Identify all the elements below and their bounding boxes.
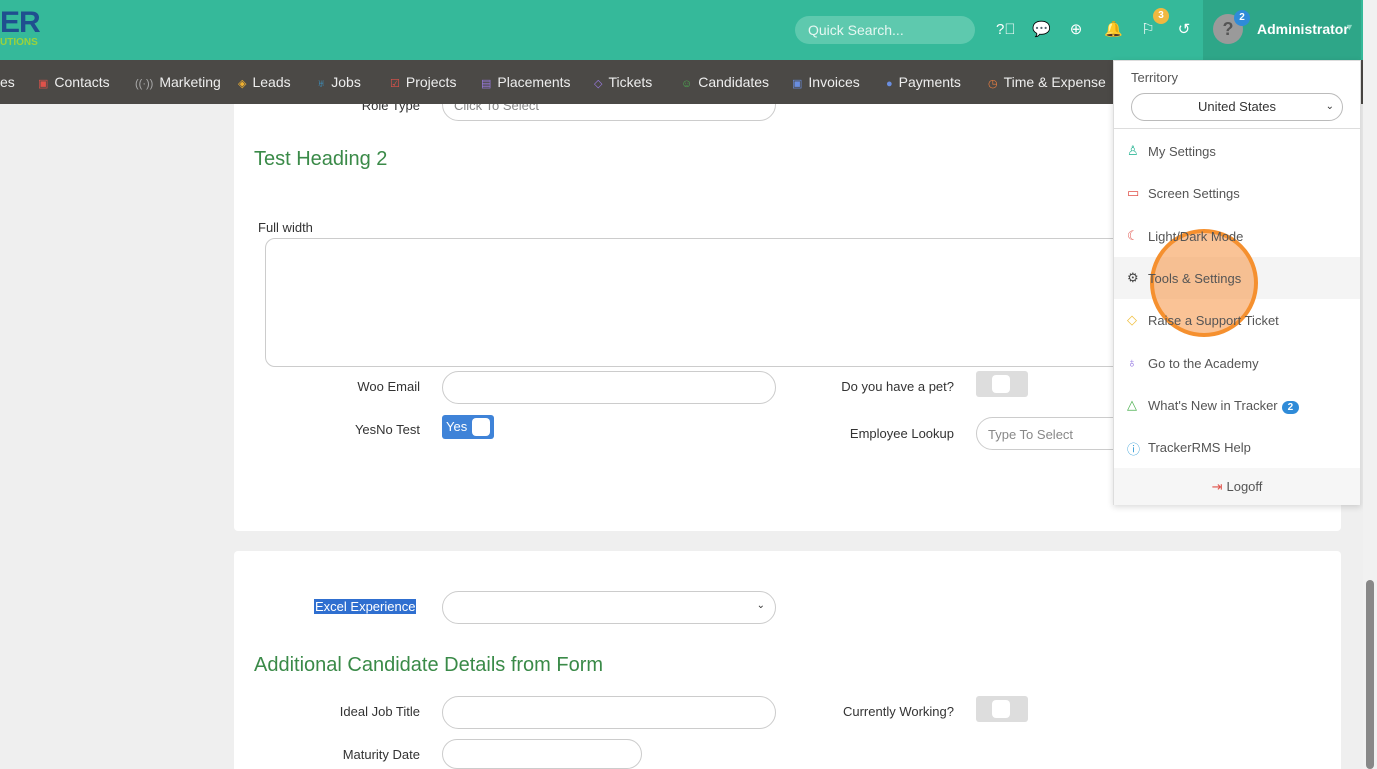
currently-working-toggle[interactable] <box>976 696 1028 722</box>
woo-email-label: Woo Email <box>357 379 420 394</box>
logo-text: ER <box>0 6 41 39</box>
menu-screen-settings[interactable]: ▭ Screen Settings <box>1114 172 1360 214</box>
employee-lookup-label: Employee Lookup <box>849 426 954 441</box>
flag-badge: 3 <box>1153 8 1169 24</box>
nav-tickets[interactable]: ◇ Tickets <box>594 74 652 90</box>
top-header: ERUTIONS ?⃝ 💬 ⊕ 🔔 ⚐ 3 ↺ ? 2 Administrato… <box>0 0 1377 60</box>
full-width-label: Full width <box>258 220 313 235</box>
yesno-toggle[interactable]: Yes <box>442 415 494 439</box>
trophy-icon: ♅ <box>317 78 326 90</box>
woo-email-input[interactable] <box>442 371 776 404</box>
full-width-textarea[interactable] <box>265 238 1125 367</box>
menu-help[interactable]: ⓘ TrackerRMS Help <box>1114 426 1360 468</box>
role-type-label: Role Type <box>361 104 420 113</box>
nav-projects[interactable]: ☑ Projects <box>390 74 456 90</box>
nav-payments[interactable]: ● Payments <box>886 74 961 90</box>
gear-icon: ⚙ <box>1127 270 1139 285</box>
menu-tools-settings[interactable]: ⚙ Tools & Settings <box>1114 257 1360 299</box>
nav-marketing[interactable]: ((·)) Marketing <box>135 74 221 90</box>
caret-down-icon: ▼ <box>1345 22 1354 32</box>
menu-my-settings[interactable]: ♙ My Settings <box>1114 130 1360 172</box>
nav-jobs[interactable]: ♅ Jobs <box>317 74 361 90</box>
pet-label: Do you have a pet? <box>841 379 954 394</box>
whats-new-badge: 2 <box>1281 401 1300 414</box>
menu-academy[interactable]: ♁ Go to the Academy <box>1114 342 1360 384</box>
broadcast-icon: ((·)) <box>135 78 154 90</box>
nav-contacts[interactable]: ▣ Contacts <box>38 74 110 90</box>
nav-item[interactable]: es <box>0 74 15 90</box>
excel-experience-select[interactable]: ⌄ <box>442 591 776 624</box>
add-icon[interactable]: ⊕ <box>1068 22 1084 38</box>
help-circle-icon: ⓘ <box>1127 442 1141 457</box>
section-heading: Test Heading 2 <box>254 148 388 170</box>
nav-leads[interactable]: ◈ Leads <box>238 74 291 90</box>
logoff-icon: ⇥ <box>1211 479 1223 494</box>
user-dropdown-menu: Territory United States ⌄ ♙ My Settings ▭ S… <box>1113 60 1361 505</box>
menu-support-ticket[interactable]: ◇ Raise a Support Ticket <box>1114 299 1360 341</box>
yesno-value: Yes <box>446 419 468 434</box>
nav-placements[interactable]: ▤ Placements <box>481 74 571 90</box>
monitor-icon: ▭ <box>1127 185 1140 200</box>
logoff-button[interactable]: ⇥ Logoff <box>1114 468 1360 505</box>
moon-icon: ☾ <box>1127 228 1139 243</box>
territory-label: Territory <box>1131 70 1178 85</box>
nav-time-expense[interactable]: ◷ Time & Expense <box>988 74 1106 90</box>
coins-icon: ● <box>886 78 893 90</box>
territory-select[interactable]: United States ⌄ <box>1131 93 1343 121</box>
user-menu-toggle[interactable]: ? 2 Administrator ▼ <box>1203 0 1361 60</box>
quick-search-input[interactable] <box>795 16 975 44</box>
scrollbar-thumb[interactable] <box>1366 580 1374 769</box>
flag-icon[interactable]: ⚐ <box>1140 22 1156 38</box>
logo[interactable]: ER UTIONS <box>0 6 41 48</box>
menu-whats-new[interactable]: △ What's New in Tracker 2 <box>1114 384 1360 426</box>
medal-icon: ♁ <box>1127 355 1137 370</box>
role-type-select[interactable]: Click To Select <box>442 104 776 121</box>
logo-subtext: UTIONS <box>0 37 38 48</box>
maturity-date-input[interactable] <box>442 739 642 769</box>
nav-invoices[interactable]: ▣ Invoices <box>792 74 860 90</box>
help-icon[interactable]: ?⃝ <box>996 22 1016 38</box>
target-icon: ◈ <box>238 78 247 90</box>
user-badge: 2 <box>1234 10 1250 26</box>
checkbox-icon: ☑ <box>390 78 400 90</box>
invoice-icon: ▣ <box>792 78 803 90</box>
clock-icon: ◷ <box>988 78 998 90</box>
maturity-date-label: Maturity Date <box>342 747 420 762</box>
form-card-2: Excel Experience ⌄ Additional Candidate … <box>234 551 1341 769</box>
bell-icon[interactable]: 🔔 <box>1104 22 1123 38</box>
chat-icon[interactable]: 💬 <box>1032 22 1051 38</box>
yesno-label: YesNo Test <box>354 422 420 437</box>
nav-candidates[interactable]: ☺ Candidates <box>681 74 769 90</box>
scrollbar[interactable] <box>1363 0 1377 769</box>
pet-toggle[interactable] <box>976 371 1028 397</box>
tag-icon: ◇ <box>594 78 603 90</box>
menu-light-dark-mode[interactable]: ☾ Light/Dark Mode <box>1114 215 1360 257</box>
briefcase-icon: ▤ <box>481 78 492 90</box>
excel-experience-label: Excel Experience <box>314 599 417 614</box>
ideal-job-input[interactable] <box>442 696 776 729</box>
history-icon[interactable]: ↺ <box>1176 22 1192 38</box>
user-name: Administrator <box>1257 21 1349 37</box>
user-icon: ♙ <box>1127 143 1139 158</box>
rocket-icon: △ <box>1127 397 1137 412</box>
currently-working-label: Currently Working? <box>842 704 954 719</box>
tag-icon: ◇ <box>1127 312 1137 327</box>
users-icon: ☺ <box>681 78 693 90</box>
section-heading-2: Additional Candidate Details from Form <box>254 654 604 676</box>
contacts-icon: ▣ <box>38 78 49 90</box>
ideal-job-label: Ideal Job Title <box>339 704 420 719</box>
